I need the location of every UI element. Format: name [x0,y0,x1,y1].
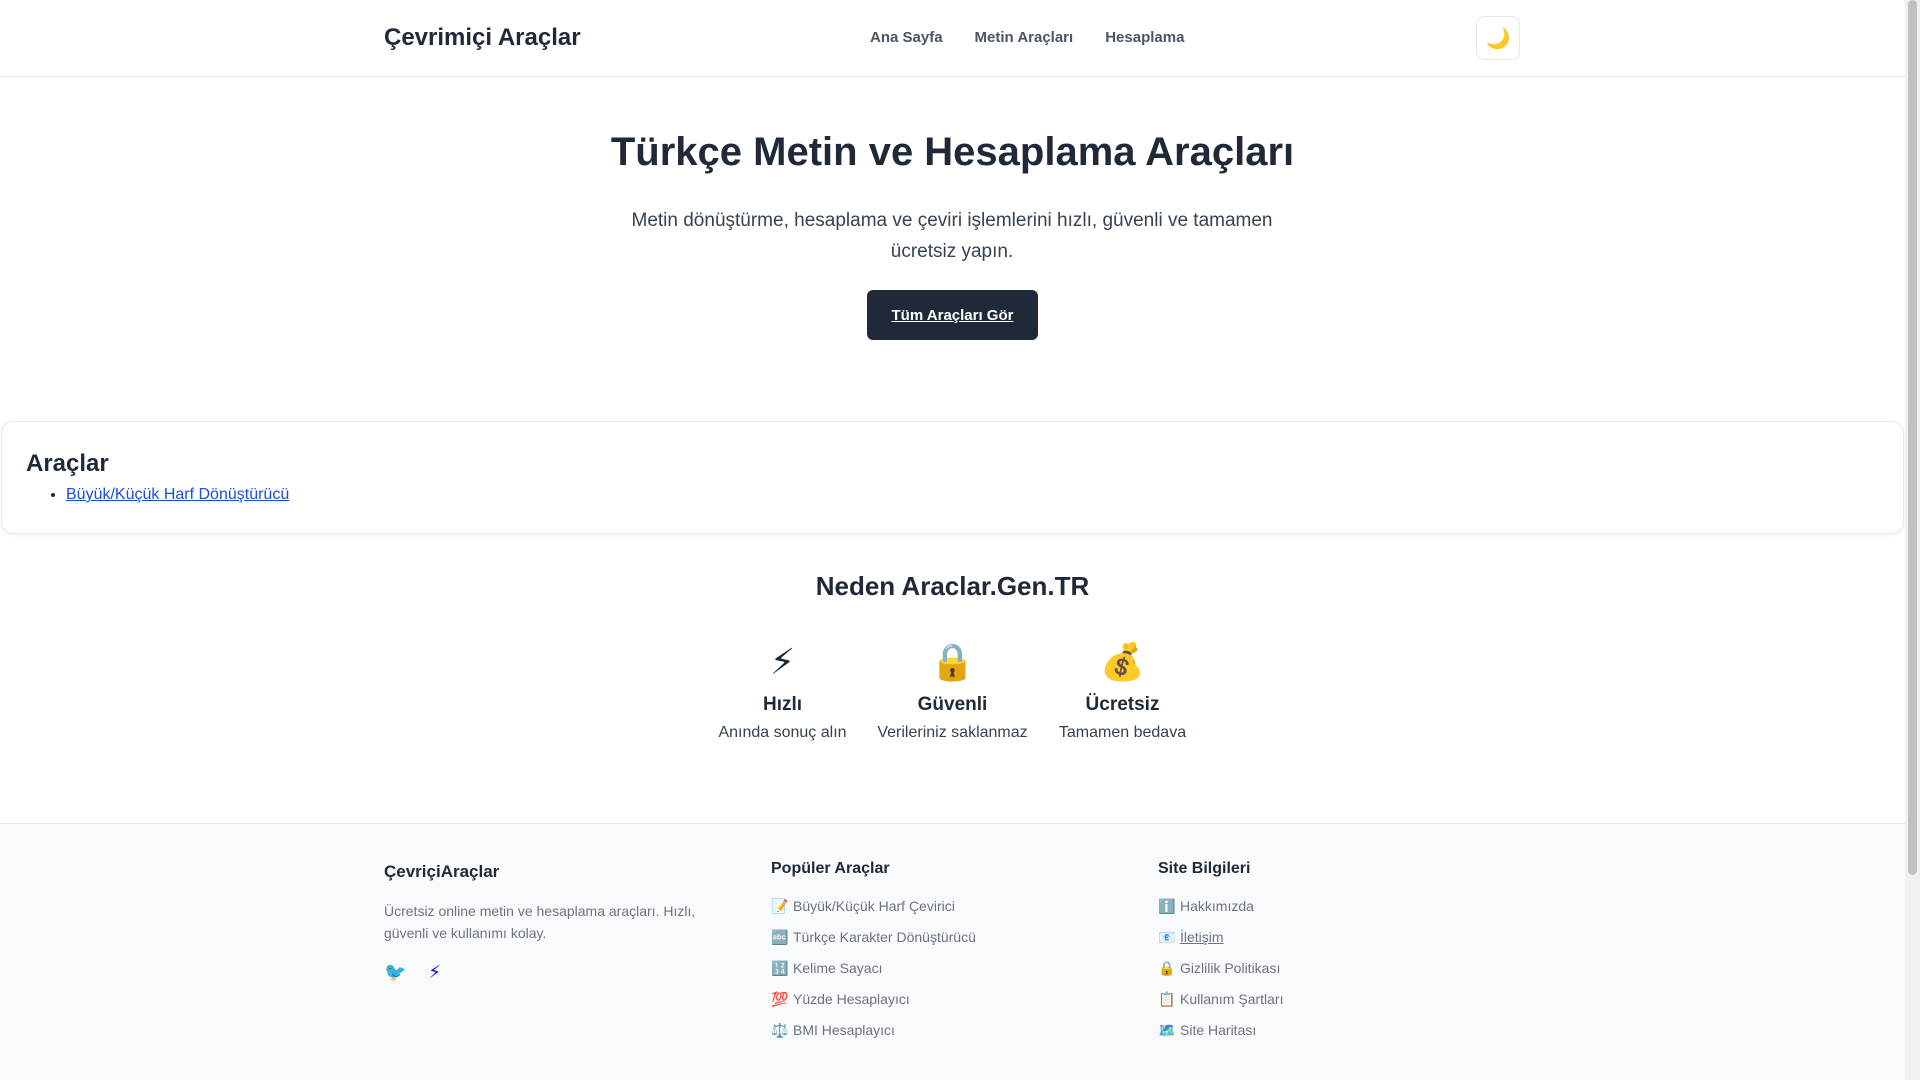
info-icon: ℹ️ [1158,898,1176,914]
lock-icon: 🔒 [1158,960,1176,976]
footer-description: Ücretsiz online metin ve hesaplama araçl… [384,903,696,941]
list-item: Büyük/Küçük Harf Dönüştürücü [66,486,289,504]
feature-fast: ⚡ Hızlı Anında sonuç alın [714,640,852,742]
clipboard-icon: 📋 [1158,991,1176,1007]
feature-title: Ücretsiz [1085,694,1160,715]
footer-link-sitemap[interactable]: 🗺️ Site Haritası [1158,1020,1283,1051]
footer-popular-title: Popüler Araçlar [771,860,890,877]
footer-link-label: Hakkımızda [1180,898,1254,914]
hero-title: Türkçe Metin ve Hesaplama Araçları [610,130,1295,174]
hundred-icon: 💯 [771,991,789,1007]
footer-link-label: Büyük/Küçük Harf Çevirici [793,898,955,914]
nav-text-tools[interactable]: Metin Araçları [975,29,1074,46]
feature-title: Güvenli [917,694,988,715]
tools-title: Araçlar [26,450,109,477]
site-brand[interactable]: Çevrimiçi Araçlar [384,24,581,52]
tools-card: Araçlar Büyük/Küçük Harf Dönüştürücü [1,421,1904,534]
footer-info-title: Site Bilgileri [1158,860,1251,877]
tool-link-case-converter[interactable]: Büyük/Küçük Harf Dönüştürücü [66,486,289,503]
scrollbar[interactable] [1905,0,1920,1080]
view-all-tools-button[interactable]: Tüm Araçları Gör [867,290,1038,340]
footer-social: 🐦 ⚡ [384,962,714,983]
footer-link-label: BMI Hesaplayıcı [793,1022,895,1038]
feature-secure: 🔒 Güvenli Verileriniz saklanmaz [877,640,1027,742]
lightning-icon: ⚡ [769,641,796,682]
footer-link-label: Yüzde Hesaplayıcı [793,991,910,1007]
feature-desc: Verileriniz saklanmaz [877,724,1028,741]
footer-info-list: ℹ️ Hakkımızda 📧 İletişim 🔒 Gizlilik Politik… [1158,896,1283,1051]
footer-popular-list: 📝 Büyük/Küçük Harf Çevirici 🔤 Türkçe Karak… [771,896,976,1051]
footer-about: ÇevriçiAraçlar Ücretsiz online metin ve … [384,860,714,983]
footer-link-about[interactable]: ℹ️ Hakkımızda [1158,896,1283,927]
features: ⚡ Hızlı Anında sonuç alın 🔒 Güvenli Veri… [0,640,1905,742]
hero-subtitle: Metin dönüştürme, hesaplama ve çeviri iş… [631,210,1273,262]
footer-link-label: Kelime Sayacı [793,960,883,976]
footer-link-label: Kullanım Şartları [1180,991,1284,1007]
abc-icon: 🔤 [771,929,789,945]
main-nav: Ana Sayfa Metin Araçları Hesaplama [870,29,1184,46]
scrollbar-thumb[interactable] [1908,0,1917,875]
footer-link-label: Gizlilik Politikası [1180,960,1281,976]
footer-link-contact[interactable]: 📧 İletişim [1158,927,1283,958]
feature-free: 💰 Ücretsiz Tamamen bedava [1054,640,1192,742]
page: Çevrimiçi Araçlar Ana Sayfa Metin Araçla… [0,0,1905,1080]
site-footer: ÇevriçiAraçlar Ücretsiz online metin ve … [0,823,1905,1080]
footer-link-turkish-char[interactable]: 🔤 Türkçe Karakter Dönüştürücü [771,927,976,958]
site-header: Çevrimiçi Araçlar Ana Sayfa Metin Araçla… [0,0,1905,77]
feature-desc: Anında sonuç alın [718,724,847,741]
footer-brand: ÇevriçiAraçlar [384,862,500,881]
moon-icon: 🌙 [1485,27,1511,50]
feature-title: Hızlı [762,694,803,715]
footer-link-label: İletişim [1180,929,1224,945]
map-icon: 🗺️ [1158,1022,1176,1038]
nav-calculation[interactable]: Hesaplama [1105,29,1184,46]
footer-site-info: Site Bilgileri ℹ️ Hakkımızda 📧 İletişim 🔒 G… [1158,860,1283,1051]
email-icon: 📧 [1158,929,1176,945]
scales-icon: ⚖️ [771,1022,789,1038]
footer-link-privacy[interactable]: 🔒 Gizlilik Politikası [1158,958,1283,989]
footer-link-word-counter[interactable]: 🔢 Kelime Sayacı [771,958,976,989]
money-bag-icon: 💰 [1100,641,1145,682]
numbers-icon: 🔢 [771,960,789,976]
footer-link-case-converter[interactable]: 📝 Büyük/Küçük Harf Çevirici [771,896,976,927]
memo-icon: 📝 [771,898,789,914]
footer-link-terms[interactable]: 📋 Kullanım Şartları [1158,989,1283,1020]
footer-link-bmi-calc[interactable]: ⚖️ BMI Hesaplayıcı [771,1020,976,1051]
lock-icon: 🔒 [930,641,975,682]
footer-link-percent-calc[interactable]: 💯 Yüzde Hesaplayıcı [771,989,976,1020]
footer-link-label: Site Haritası [1180,1022,1257,1038]
tools-list: Büyük/Küçük Harf Dönüştürücü [66,486,289,504]
theme-toggle-button[interactable]: 🌙 [1476,16,1520,60]
twitter-icon[interactable]: 🐦 [384,962,406,983]
why-title: Neden Araclar.Gen.TR [815,571,1090,601]
nav-home[interactable]: Ana Sayfa [870,29,943,46]
footer-link-label: Türkçe Karakter Dönüştürücü [793,929,976,945]
footer-popular: Popüler Araçlar 📝 Büyük/Küçük Harf Çeviri… [771,860,976,1051]
lightning-icon[interactable]: ⚡ [428,962,441,983]
feature-desc: Tamamen bedava [1058,724,1187,741]
